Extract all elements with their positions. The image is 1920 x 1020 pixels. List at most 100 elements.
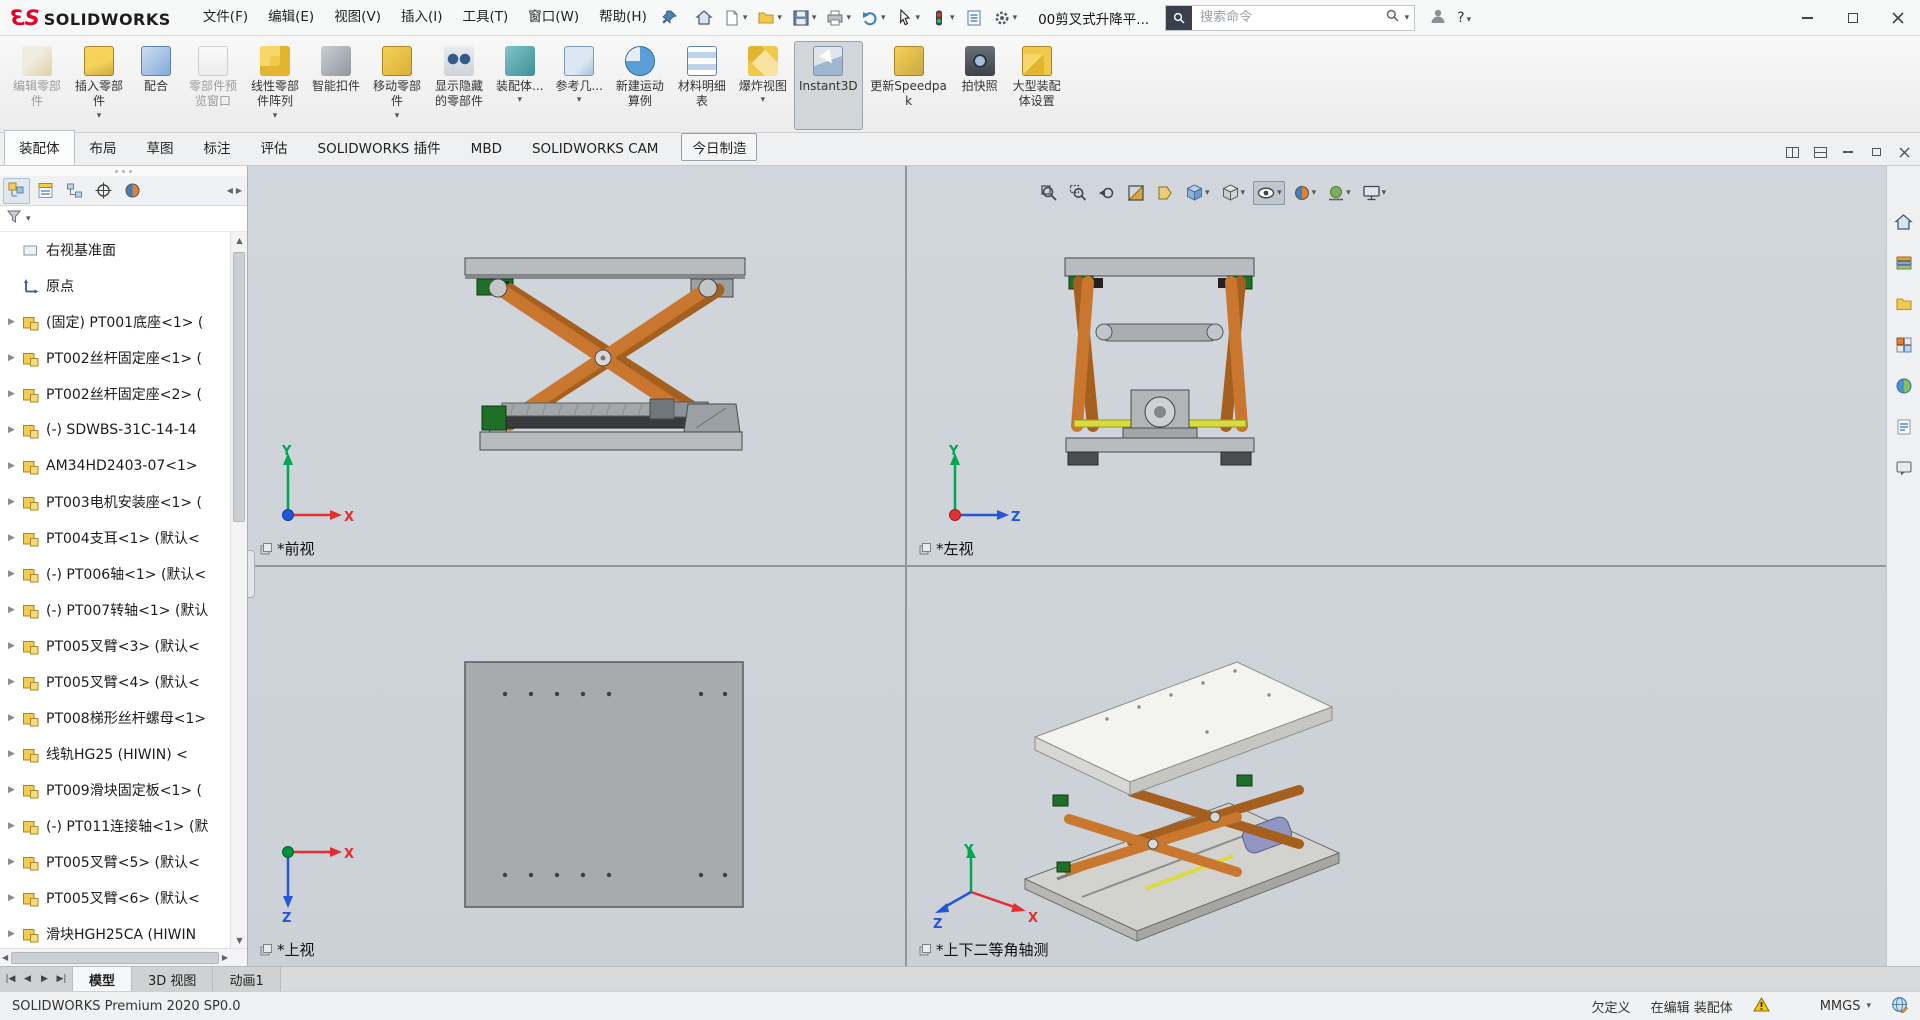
command-tab[interactable]: MBD [456,134,517,165]
expand-arrow-icon[interactable]: ▶ [8,893,21,903]
tree-item[interactable]: ▶ PT005叉臂<6> (默认< [0,880,230,916]
hide-show-items-icon[interactable]: ▾ [1253,180,1285,205]
section-view-icon[interactable] [1124,181,1148,205]
ribbon-button[interactable]: 插入零部件 ▾ [69,41,129,130]
command-tab[interactable]: SOLIDWORKS 插件 [303,130,456,165]
select-cursor-icon[interactable]: ▾ [891,4,926,32]
tree-item[interactable]: ▶ PT009滑块固定板<1> ( [0,772,230,808]
view-orientation-icon[interactable]: ▾ [1182,180,1213,205]
undo-icon[interactable]: ▾ [856,4,891,32]
viewport-isometric[interactable]: Y X Z *上下二等角轴测 [907,567,1886,966]
tree-item[interactable]: ▶ 线轨HG25 (HIWIN) < [0,736,230,772]
ribbon-button[interactable]: 参考几... ▾ [550,41,607,130]
menu-item[interactable]: 视图(V) [324,0,391,35]
ribbon-button[interactable]: Instant3D ▾ [793,41,863,130]
tree-item[interactable]: ▶ 滑块HGH25CA (HIWIN [0,916,230,948]
options-gear-icon[interactable]: ▾ [988,4,1023,32]
orientation-triad[interactable]: Y Z [925,441,1025,537]
expand-arrow-icon[interactable]: ▶ [8,641,21,651]
viewport-top[interactable]: X Z *上视 [248,567,905,966]
command-tab[interactable]: 装配体 [4,130,75,165]
scroll-right-icon[interactable]: ▶ [236,186,242,195]
open-icon[interactable]: ▾ [752,4,787,32]
display-style-icon[interactable]: ▾ [1218,180,1249,205]
tree-item[interactable]: ▶ (固定) PT001底座<1> ( [0,304,230,340]
ribbon-button[interactable]: 配合 ▾ [131,41,181,130]
propertymanager-icon[interactable] [32,178,59,204]
scroll-left-icon[interactable]: ◀ [2,953,8,962]
ribbon-button[interactable]: 编辑零部件 ▾ [7,41,67,130]
tree-item[interactable]: ▶ PT003电机安装座<1> ( [0,484,230,520]
expand-arrow-icon[interactable]: ▶ [8,497,21,507]
first-tab-icon[interactable]: |◀ [2,974,19,984]
expand-arrow-icon[interactable]: ▶ [8,677,21,687]
zoom-fit-icon[interactable] [1037,181,1061,205]
previous-tab-icon[interactable]: ◀ [19,974,36,984]
menu-item[interactable]: 工具(T) [452,0,518,35]
scroll-down-icon[interactable]: ▼ [231,932,248,948]
configurationmanager-icon[interactable] [61,178,88,204]
model-tab[interactable]: 动画1 [213,967,281,991]
scroll-up-icon[interactable]: ▲ [231,232,248,248]
expand-arrow-icon[interactable]: ▶ [8,317,21,327]
tree-vertical-scrollbar[interactable]: ▲ ▼ [230,232,247,948]
left-view-model[interactable] [907,166,1886,565]
split-view-icon[interactable] [1812,145,1828,159]
expand-arrow-icon[interactable]: ▶ [8,749,21,759]
filter-icon[interactable] [6,210,22,227]
tree-item[interactable]: ▶ (-) PT007转轴<1> (默认 [0,592,230,628]
last-tab-icon[interactable]: ▶| [53,974,70,984]
scrollbar-thumb[interactable] [11,951,219,964]
warning-icon[interactable] [1752,996,1770,1016]
scroll-left-icon[interactable]: ◀ [227,186,233,195]
ribbon-button[interactable]: 零部件预览窗口 ▾ [183,41,243,130]
dimxpert-icon[interactable] [90,178,117,204]
expand-arrow-icon[interactable]: ▶ [8,713,21,723]
viewport-left[interactable]: ▾ ▾ ▾ ▾ ▾ ▾ Y Z *左视 [907,166,1886,565]
tree-item[interactable]: ▶ PT008梯形丝杆螺母<1> [0,700,230,736]
menu-item[interactable]: 文件(F) [193,0,258,35]
new-document-icon[interactable]: ▾ [718,4,753,32]
units-selector[interactable]: MMGS ▾ [1820,999,1871,1014]
ribbon-button[interactable]: 材料明细表 ▾ [672,41,732,130]
ribbon-button[interactable]: 显示隐藏的零部件 ▾ [429,41,489,130]
tree-item[interactable]: ▶ 右视基准面 [0,232,230,268]
ribbon-button[interactable]: 爆炸视图 ▾ [734,41,792,130]
ribbon-button[interactable]: 移动零部件 ▾ [367,41,427,130]
expand-arrow-icon[interactable]: ▶ [8,533,21,543]
orientation-triad[interactable]: X Z [258,830,358,926]
file-explorer-icon[interactable] [1892,292,1916,316]
dropdown-arrow-icon[interactable]: ▾ [517,95,522,105]
scroll-right-icon[interactable]: ▶ [222,953,228,962]
expand-arrow-icon[interactable]: ▶ [8,353,21,363]
command-tab[interactable]: 布局 [75,130,132,165]
custom-status-globe-icon[interactable] [1891,996,1908,1017]
expand-arrow-icon[interactable]: ▶ [8,785,21,795]
tree-item[interactable]: ▶ PT004支耳<1> (默认< [0,520,230,556]
dropdown-arrow-icon[interactable]: ▾ [577,95,582,105]
print-icon[interactable]: ▾ [821,4,856,32]
home-icon[interactable] [1892,210,1916,234]
tree-item[interactable]: ▶ (-) PT006轴<1> (默认< [0,556,230,592]
expand-arrow-icon[interactable]: ▶ [8,425,21,435]
task-list-icon[interactable] [960,4,988,32]
restore-icon[interactable] [1830,0,1875,35]
tree-item[interactable]: ▶ PT002丝杆固定座<2> ( [0,376,230,412]
expand-arrow-icon[interactable]: ▶ [8,821,21,831]
tree-item[interactable]: ▶ PT002丝杆固定座<1> ( [0,340,230,376]
ribbon-button[interactable]: 装配体... ▾ [491,41,548,130]
search-input[interactable] [1192,10,1385,25]
ribbon-button[interactable]: 智能扣件 ▾ [307,41,365,130]
model-tab[interactable]: 模型 [73,967,133,991]
panel-grip[interactable] [0,166,247,176]
orientation-triad[interactable]: Y X [258,441,358,537]
isometric-view-model[interactable] [907,567,1886,966]
command-tab[interactable]: 草图 [132,130,189,165]
help-icon[interactable]: ? ▾ [1457,10,1471,26]
edit-appearance-icon[interactable]: ▾ [1290,181,1320,205]
viewport-divider-horizontal[interactable] [248,565,1886,567]
panel-splitter-grip[interactable] [248,550,255,598]
previous-view-icon[interactable] [1095,181,1119,205]
viewport-front[interactable]: Y X *前视 [248,166,905,565]
appearances-icon[interactable] [1892,374,1916,398]
